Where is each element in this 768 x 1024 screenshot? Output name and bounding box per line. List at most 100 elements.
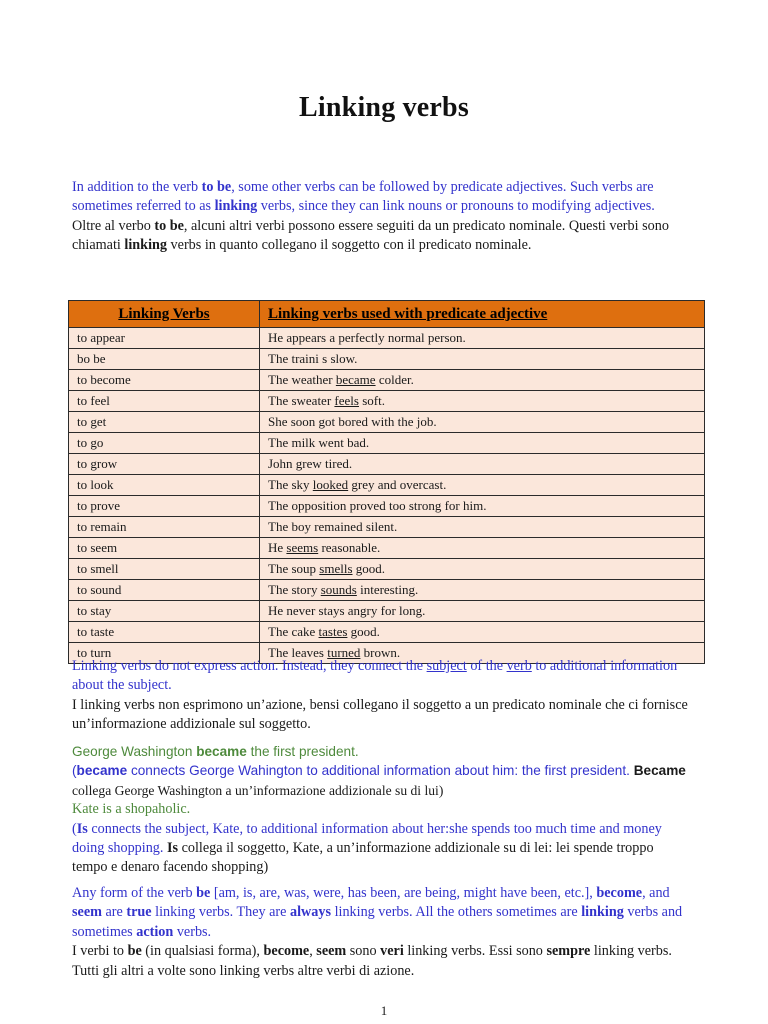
- table-cell-sentence: He appears a perfectly normal person.: [259, 327, 705, 349]
- sum-en-bold-become: become: [596, 885, 643, 901]
- sentence-text-before: The soup: [268, 561, 320, 576]
- sentence-text-before: The cake: [268, 624, 319, 639]
- table-cell-verb: to grow: [68, 453, 260, 475]
- example-2-explanation: (Is connects the subject, Kate, to addit…: [72, 820, 692, 878]
- table-cell-sentence: She soon got bored with the job.: [259, 411, 705, 433]
- sentence-linking-verb: feels: [334, 393, 359, 408]
- sum-en-p1: Any form of the verb: [72, 885, 197, 901]
- table-header-row: Linking Verbs Linking verbs used with pr…: [68, 300, 705, 328]
- sentence-text-before: She soon got bored with the job.: [268, 414, 437, 429]
- table-cell-verb: to appear: [68, 327, 260, 349]
- sentence-text-after: colder.: [375, 372, 414, 387]
- intro-it-bold-linking: linking: [124, 237, 167, 254]
- sentence-text-after: good.: [352, 561, 386, 576]
- table-row: to look The sky looked grey and overcast.: [68, 474, 705, 496]
- intro-english: In addition to the verb to be, some othe…: [72, 178, 692, 217]
- table-cell-sentence: He never stays angry for long.: [259, 600, 705, 622]
- sentence-text-after: grey and overcast.: [348, 477, 447, 492]
- table-cell-verb: to feel: [68, 390, 260, 412]
- intro-en-bold-linking: linking: [214, 198, 258, 215]
- table-cell-sentence: The traini s slow.: [259, 348, 705, 370]
- table-cell-sentence: The story sounds interesting.: [259, 579, 705, 601]
- table-cell-verb: to remain: [68, 516, 260, 538]
- document-page: Linking verbs In addition to the verb to…: [0, 0, 768, 1024]
- sentence-text-after: soft.: [358, 393, 385, 408]
- table-row: to taste The cake tastes good.: [68, 621, 705, 643]
- sum-en-p6: linking verbs. All the others sometimes …: [331, 904, 582, 921]
- sum-en-p8: verbs.: [173, 923, 212, 940]
- intro-it-part1: Oltre al verbo: [72, 217, 155, 234]
- sentence-text-before: He appears a perfectly normal person.: [268, 330, 466, 345]
- table-cell-sentence: The opposition proved too strong for him…: [259, 495, 705, 517]
- sentence-text-before: The traini s slow.: [268, 351, 358, 366]
- intro-en-part3: verbs, since they can link nouns or pron…: [257, 198, 655, 215]
- sentence-linking-verb: seems: [286, 540, 319, 555]
- ex1-green-part2: the first president.: [246, 744, 359, 759]
- after-table-italian: I linking verbs non esprimono un’azione,…: [72, 696, 688, 733]
- sum-en-bold-linking: linking: [581, 904, 624, 921]
- sentence-text-before: The sweater: [268, 393, 335, 408]
- sentence-linking-verb: looked: [312, 477, 349, 492]
- sentence-text-before: He never stays angry for long.: [268, 603, 426, 618]
- intro-it-bold-tobe: to be: [154, 217, 184, 234]
- sentence-text-before: The milk went bad.: [268, 435, 370, 450]
- table-cell-verb: to become: [68, 369, 260, 391]
- table-cell-verb: to get: [68, 411, 260, 433]
- sentence-linking-verb: tastes: [318, 624, 348, 639]
- summary-english: Any form of the verb be [am, is, are, wa…: [72, 884, 692, 942]
- table-cell-sentence: He seems reasonable.: [259, 537, 705, 559]
- table-row: to go The milk went bad.: [68, 432, 705, 454]
- sentence-text-before: The weather: [268, 372, 336, 387]
- after-en-underline-subject: subject: [426, 658, 467, 674]
- example-2-green: Kate is a shopaholic.: [72, 801, 191, 818]
- table-row: to remain The boy remained silent.: [68, 516, 705, 538]
- sum-it-bold-veri: veri: [380, 943, 404, 960]
- table-row: to grow John grew tired.: [68, 453, 705, 475]
- table-row: to smell The soup smells good.: [68, 558, 705, 580]
- sentence-linking-verb: smells: [319, 561, 353, 576]
- sentence-text-before: He: [268, 540, 287, 555]
- table-cell-sentence: The soup smells good.: [259, 558, 705, 580]
- table-row: to get She soon got bored with the job.: [68, 411, 705, 433]
- ex1-black-part2: collega George Washington a un’informazi…: [72, 782, 444, 798]
- table-cell-sentence: The sky looked grey and overcast.: [259, 474, 705, 496]
- sum-en-bold-always: always: [290, 904, 332, 921]
- intro-it-part3: verbs in quanto collegano il soggetto co…: [167, 237, 532, 254]
- sum-it-p1: I verbi to: [72, 943, 128, 960]
- after-table-english: Linking verbs do not express action. Ins…: [72, 657, 692, 696]
- table-row: to sound The story sounds interesting.: [68, 579, 705, 601]
- table-row: to seem He seems reasonable.: [68, 537, 705, 559]
- table-cell-sentence: The boy remained silent.: [259, 516, 705, 538]
- ex1-green-part1: George Washington: [72, 744, 197, 759]
- table-row: to prove The opposition proved too strong…: [68, 495, 705, 517]
- sum-it-p4: sono: [346, 943, 381, 960]
- table-row: to stay He never stays angry for long.: [68, 600, 705, 622]
- ex1-blue-part2: connects George Wahington to additional …: [127, 763, 634, 779]
- table-cell-sentence: John grew tired.: [259, 453, 705, 475]
- summary-block: Any form of the verb be [am, is, are, wa…: [72, 884, 692, 981]
- sentence-text-after: reasonable.: [318, 540, 381, 555]
- intro-en-part1: In addition to the verb: [72, 179, 202, 195]
- after-en-part2: of the: [466, 658, 507, 674]
- sum-en-p3: , and: [642, 885, 670, 901]
- intro-paragraph: In addition to the verb to be, some othe…: [72, 178, 692, 256]
- table-cell-verb: to stay: [68, 600, 260, 622]
- table-row: to appear He appears a perfectly normal p…: [68, 327, 705, 349]
- sentence-linking-verb: became: [335, 372, 376, 387]
- sum-en-bold-be: be: [196, 885, 211, 901]
- table-header-sentence: Linking verbs used with predicate adject…: [259, 300, 705, 328]
- sentence-text-before: The opposition proved too strong for him…: [268, 498, 487, 513]
- sum-it-bold-sempre: sempre: [546, 943, 591, 960]
- table-cell-sentence: The milk went bad.: [259, 432, 705, 454]
- table-cell-sentence: The cake tastes good.: [259, 621, 705, 643]
- sentence-text-after: good.: [347, 624, 380, 639]
- table-cell-verb: to taste: [68, 621, 260, 643]
- example-1-explanation: (became connects George Wahington to add…: [72, 761, 692, 800]
- table-cell-verb: to look: [68, 474, 260, 496]
- sum-it-bold-be: be: [127, 943, 142, 960]
- sentence-linking-verb: sounds: [320, 582, 357, 597]
- summary-italian: I verbi to be (in qualsiasi forma), beco…: [72, 942, 692, 981]
- ex1-green-bold-became: became: [196, 744, 247, 759]
- sum-it-bold-seem: seem: [316, 943, 347, 960]
- sum-en-bold-action: action: [136, 923, 174, 940]
